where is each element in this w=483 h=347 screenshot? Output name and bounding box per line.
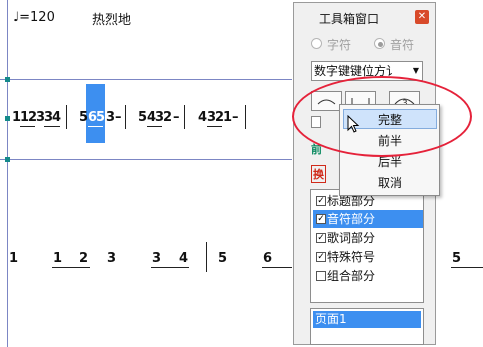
note[interactable]: 4 bbox=[52, 110, 61, 125]
section-item-label: 组合部分 bbox=[327, 269, 376, 283]
page-list: 页面1 bbox=[310, 308, 424, 345]
bar-line bbox=[184, 105, 185, 129]
expression-marking: 热烈地 bbox=[92, 13, 132, 28]
note[interactable]: 1 bbox=[223, 110, 232, 125]
section-item-lyrics[interactable]: ✓ 歌词部分 bbox=[313, 229, 423, 247]
radio-note-label: 音符 bbox=[390, 38, 415, 52]
chevron-down-icon: ▼ bbox=[412, 66, 419, 75]
checkbox[interactable]: ✓ bbox=[316, 252, 326, 262]
section-checklist: ✓ 标题部分 ✓ 音符部分 ✓ 歌词部分 ✓ 特殊符号 组合部分 bbox=[310, 189, 424, 303]
note[interactable]: 3 bbox=[106, 110, 115, 125]
section-item-label: 音符部分 bbox=[327, 212, 376, 226]
note[interactable]: 5 bbox=[138, 110, 147, 125]
side-tag-swap[interactable]: 换 bbox=[311, 165, 326, 183]
staff-bottom-guide bbox=[0, 159, 292, 160]
underline-beam bbox=[44, 126, 60, 127]
radio-text-mode[interactable] bbox=[311, 38, 322, 49]
bar-line bbox=[66, 105, 67, 129]
note[interactable]: 5 bbox=[452, 251, 461, 266]
note[interactable]: 1 bbox=[9, 251, 18, 266]
resize-handle[interactable] bbox=[5, 157, 10, 162]
radio-note-mode[interactable] bbox=[374, 38, 385, 49]
bar-line bbox=[125, 105, 126, 129]
section-item-label: 特殊符号 bbox=[327, 250, 376, 264]
note[interactable]: – bbox=[232, 110, 239, 125]
page-item[interactable]: 页面1 bbox=[313, 311, 421, 328]
underline-beam bbox=[147, 126, 162, 127]
note[interactable]: – bbox=[173, 110, 180, 125]
section-item-notes[interactable]: ✓ 音符部分 bbox=[313, 210, 423, 228]
tempo-marking: ♩=120 bbox=[13, 10, 55, 25]
note[interactable]: 5 bbox=[218, 251, 227, 266]
underline-beam bbox=[20, 126, 35, 127]
note[interactable]: 2 bbox=[79, 251, 88, 266]
bar-line bbox=[245, 105, 246, 129]
note[interactable]: 4 bbox=[198, 110, 207, 125]
section-item-label: 标题部分 bbox=[327, 194, 376, 208]
radio-selected-dot bbox=[378, 42, 383, 47]
score-editor-window: ♩=120 热烈地 1 1 2 3 3 4 5 6 5 3 – 5 4 3 2 … bbox=[0, 0, 483, 347]
note[interactable]: 6 bbox=[263, 251, 272, 266]
staff-top-guide bbox=[0, 79, 292, 80]
menu-item-cancel[interactable]: 取消 bbox=[343, 173, 437, 193]
resize-handle[interactable] bbox=[5, 77, 10, 82]
note[interactable]: 2 bbox=[163, 110, 172, 125]
note[interactable]: 5 bbox=[96, 110, 105, 125]
radio-text-label: 字符 bbox=[327, 38, 352, 52]
underline-beam bbox=[451, 267, 483, 268]
highlight-annotation-ellipse bbox=[292, 76, 472, 157]
close-icon[interactable]: ✕ bbox=[415, 10, 429, 24]
toolbox-title: 工具箱窗口 bbox=[319, 12, 380, 26]
left-margin-guide bbox=[7, 0, 8, 347]
underline-beam bbox=[88, 126, 103, 127]
checkbox[interactable] bbox=[316, 271, 326, 281]
underline-beam bbox=[52, 267, 90, 268]
checkbox[interactable]: ✓ bbox=[316, 233, 326, 243]
note[interactable]: 1 bbox=[53, 251, 62, 266]
checkbox[interactable]: ✓ bbox=[316, 196, 326, 206]
section-item-combo[interactable]: 组合部分 bbox=[313, 267, 423, 285]
note[interactable]: 4 bbox=[179, 251, 188, 266]
underline-beam bbox=[151, 267, 189, 268]
bar-line bbox=[206, 242, 207, 272]
note[interactable]: 5 bbox=[79, 110, 88, 125]
checkbox[interactable]: ✓ bbox=[316, 214, 326, 224]
section-item-label: 歌词部分 bbox=[327, 231, 376, 245]
note[interactable]: – bbox=[115, 110, 122, 125]
resize-handle[interactable] bbox=[5, 116, 10, 121]
section-item-symbols[interactable]: ✓ 特殊符号 bbox=[313, 248, 423, 266]
underline-beam bbox=[262, 267, 292, 268]
underline-beam bbox=[207, 126, 222, 127]
note[interactable]: 3 bbox=[107, 251, 116, 266]
note[interactable]: 3 bbox=[152, 251, 161, 266]
